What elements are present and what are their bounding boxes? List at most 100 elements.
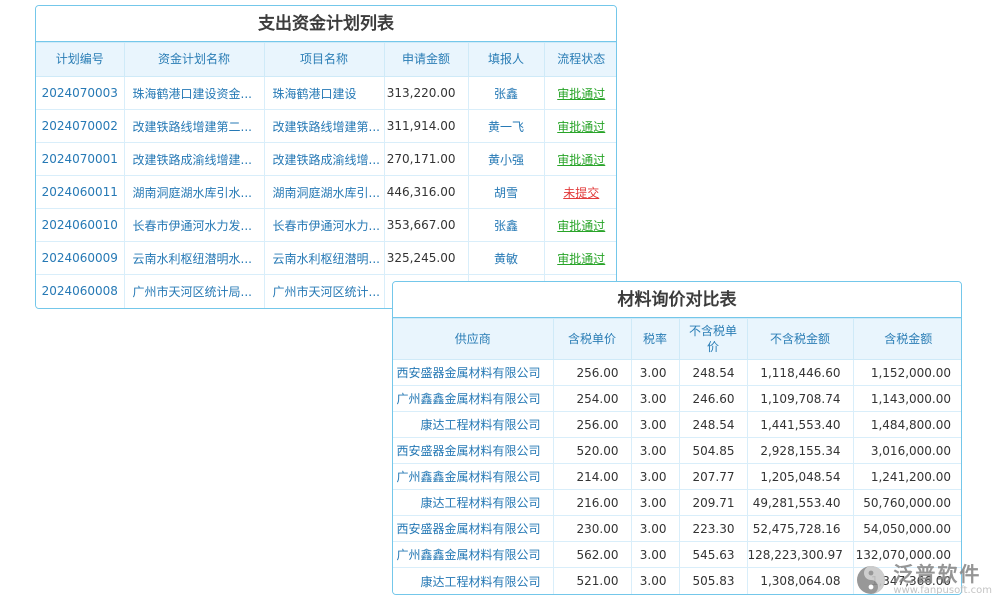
amount-untaxed: 1,205,048.54 — [747, 464, 853, 490]
plan-id-link[interactable]: 2024060011 — [36, 176, 124, 209]
project-name-link[interactable]: 广州市天河区统计... — [264, 275, 384, 308]
column-header: 不含税金额 — [747, 319, 853, 360]
supplier-name-link[interactable]: 西安盛器金属材料有限公司 — [393, 360, 553, 386]
material-quote-table-panel: 材料询价对比表 供应商含税单价税率不含税单价不含税金额含税金额 西安盛器金属材料… — [392, 281, 962, 595]
supplier-name-link[interactable]: 广州鑫鑫金属材料有限公司 — [393, 464, 553, 490]
unit-price-untaxed: 246.60 — [679, 386, 747, 412]
tax-rate: 3.00 — [631, 516, 679, 542]
column-header: 流程状态 — [544, 43, 617, 77]
apply-amount: 446,316.00 — [384, 176, 468, 209]
column-header: 项目名称 — [264, 43, 384, 77]
fund-plan-name-link[interactable]: 广州市天河区统计局... — [124, 275, 264, 308]
column-header: 申请金额 — [384, 43, 468, 77]
fund-plan-name-link[interactable]: 珠海鹤港口建设资金... — [124, 77, 264, 110]
status-link[interactable]: 审批通过 — [544, 242, 617, 275]
column-header: 含税单价 — [553, 319, 631, 360]
apply-amount: 353,667.00 — [384, 209, 468, 242]
amount-taxed: 1,152,000.00 — [853, 360, 962, 386]
material-quote-table-title: 材料询价对比表 — [393, 282, 961, 318]
unit-price-untaxed: 505.83 — [679, 568, 747, 594]
unit-price-untaxed: 545.63 — [679, 542, 747, 568]
apply-amount: 325,245.00 — [384, 242, 468, 275]
unit-price-taxed: 216.00 — [553, 490, 631, 516]
status-link[interactable]: 审批通过 — [544, 143, 617, 176]
supplier-name-link[interactable]: 西安盛器金属材料有限公司 — [393, 516, 553, 542]
amount-taxed: 1,143,000.00 — [853, 386, 962, 412]
amount-taxed: 1,241,200.00 — [853, 464, 962, 490]
supplier-name-link[interactable]: 康达工程材料有限公司 — [393, 568, 553, 594]
unit-price-untaxed: 248.54 — [679, 412, 747, 438]
column-header: 计划编号 — [36, 43, 124, 77]
tax-rate: 3.00 — [631, 438, 679, 464]
plan-id-link[interactable]: 2024070002 — [36, 110, 124, 143]
table-header-row: 计划编号资金计划名称项目名称申请金额填报人流程状态 — [36, 43, 617, 77]
amount-untaxed: 1,441,553.40 — [747, 412, 853, 438]
plan-id-link[interactable]: 2024070003 — [36, 77, 124, 110]
column-header: 不含税单价 — [679, 319, 747, 360]
tax-rate: 3.00 — [631, 386, 679, 412]
amount-untaxed: 128,223,300.97 — [747, 542, 853, 568]
status-link[interactable]: 审批通过 — [544, 77, 617, 110]
plan-id-link[interactable]: 2024070001 — [36, 143, 124, 176]
status-link[interactable]: 审批通过 — [544, 110, 617, 143]
amount-taxed: 50,760,000.00 — [853, 490, 962, 516]
unit-price-untaxed: 504.85 — [679, 438, 747, 464]
table-row: 2024070003珠海鹤港口建设资金...珠海鹤港口建设313,220.00张… — [36, 77, 617, 110]
project-name-link[interactable]: 湖南洞庭湖水库引... — [264, 176, 384, 209]
unit-price-taxed: 520.00 — [553, 438, 631, 464]
project-name-link[interactable]: 改建铁路成渝线增... — [264, 143, 384, 176]
supplier-name-link[interactable]: 康达工程材料有限公司 — [393, 490, 553, 516]
column-header: 填报人 — [468, 43, 544, 77]
supplier-name-link[interactable]: 康达工程材料有限公司 — [393, 412, 553, 438]
fund-plan-name-link[interactable]: 改建铁路线增建第二... — [124, 110, 264, 143]
supplier-name-link[interactable]: 广州鑫鑫金属材料有限公司 — [393, 542, 553, 568]
status-link[interactable]: 审批通过 — [544, 209, 617, 242]
apply-amount: 313,220.00 — [384, 77, 468, 110]
unit-price-taxed: 230.00 — [553, 516, 631, 542]
status-link[interactable]: 未提交 — [544, 176, 617, 209]
reporter-name[interactable]: 黄一飞 — [468, 110, 544, 143]
brand-watermark: 泛普软件 www.fanpusoft.com — [855, 563, 992, 596]
column-header: 税率 — [631, 319, 679, 360]
reporter-name[interactable]: 黄敏 — [468, 242, 544, 275]
unit-price-untaxed: 223.30 — [679, 516, 747, 542]
project-name-link[interactable]: 长春市伊通河水力... — [264, 209, 384, 242]
unit-price-taxed: 256.00 — [553, 412, 631, 438]
unit-price-untaxed: 207.77 — [679, 464, 747, 490]
project-name-link[interactable]: 云南水利枢纽潜明... — [264, 242, 384, 275]
amount-untaxed: 1,109,708.74 — [747, 386, 853, 412]
table-row: 广州鑫鑫金属材料有限公司254.003.00246.601,109,708.74… — [393, 386, 962, 412]
table-row: 康达工程材料有限公司216.003.00209.7149,281,553.405… — [393, 490, 962, 516]
reporter-name[interactable]: 张鑫 — [468, 209, 544, 242]
plan-id-link[interactable]: 2024060009 — [36, 242, 124, 275]
plan-id-link[interactable]: 2024060008 — [36, 275, 124, 308]
amount-untaxed: 52,475,728.16 — [747, 516, 853, 542]
supplier-name-link[interactable]: 西安盛器金属材料有限公司 — [393, 438, 553, 464]
project-name-link[interactable]: 珠海鹤港口建设 — [264, 77, 384, 110]
fund-plan-name-link[interactable]: 长春市伊通河水力发... — [124, 209, 264, 242]
tax-rate: 3.00 — [631, 542, 679, 568]
amount-taxed: 3,016,000.00 — [853, 438, 962, 464]
amount-taxed: 1,484,800.00 — [853, 412, 962, 438]
reporter-name[interactable]: 张鑫 — [468, 77, 544, 110]
reporter-name[interactable]: 胡雪 — [468, 176, 544, 209]
table-row: 西安盛器金属材料有限公司520.003.00504.852,928,155.34… — [393, 438, 962, 464]
fund-plan-name-link[interactable]: 改建铁路成渝线增建... — [124, 143, 264, 176]
fund-plan-name-link[interactable]: 湖南洞庭湖水库引水... — [124, 176, 264, 209]
project-name-link[interactable]: 改建铁路线增建第... — [264, 110, 384, 143]
column-header: 含税金额 — [853, 319, 962, 360]
column-header: 供应商 — [393, 319, 553, 360]
unit-price-taxed: 254.00 — [553, 386, 631, 412]
amount-taxed: 54,050,000.00 — [853, 516, 962, 542]
reporter-name[interactable]: 黄小强 — [468, 143, 544, 176]
table-row: 西安盛器金属材料有限公司256.003.00248.541,118,446.60… — [393, 360, 962, 386]
unit-price-taxed: 256.00 — [553, 360, 631, 386]
amount-untaxed: 2,928,155.34 — [747, 438, 853, 464]
plan-id-link[interactable]: 2024060010 — [36, 209, 124, 242]
material-quote-table: 供应商含税单价税率不含税单价不含税金额含税金额 西安盛器金属材料有限公司256.… — [393, 318, 962, 594]
table-row: 西安盛器金属材料有限公司230.003.00223.3052,475,728.1… — [393, 516, 962, 542]
supplier-name-link[interactable]: 广州鑫鑫金属材料有限公司 — [393, 386, 553, 412]
tax-rate: 3.00 — [631, 412, 679, 438]
table-row: 广州鑫鑫金属材料有限公司214.003.00207.771,205,048.54… — [393, 464, 962, 490]
fund-plan-name-link[interactable]: 云南水利枢纽潜明水... — [124, 242, 264, 275]
